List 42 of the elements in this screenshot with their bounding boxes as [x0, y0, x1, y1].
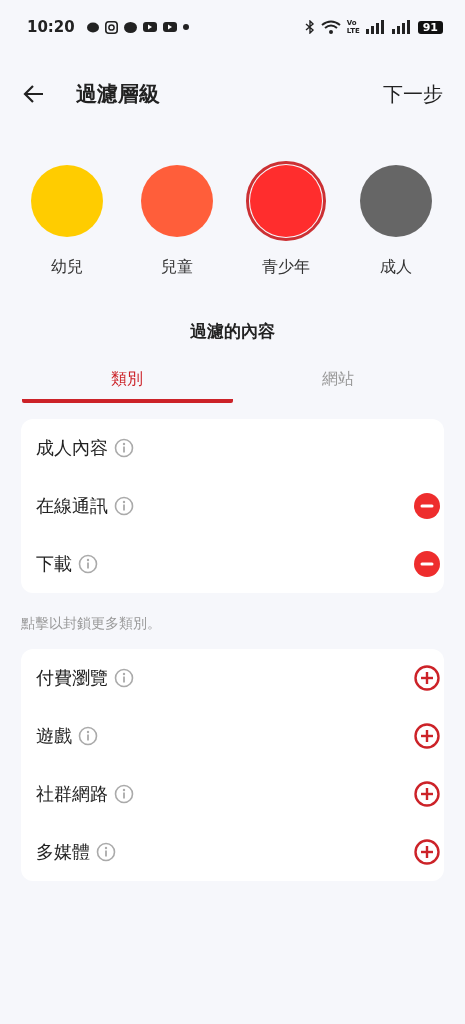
- category-label: 多媒體: [36, 840, 90, 864]
- info-icon[interactable]: [96, 842, 116, 862]
- level-label: 兒童: [160, 257, 193, 278]
- signal-icon: [365, 20, 386, 34]
- play-icon: [142, 22, 157, 32]
- category-label: 成人內容: [36, 436, 108, 460]
- clock: 10:20: [27, 18, 75, 36]
- dot-icon: [182, 24, 189, 30]
- chat-bubble-icon: [86, 21, 99, 33]
- category-label: 遊戲: [36, 724, 72, 748]
- battery-indicator: 91: [417, 20, 443, 34]
- page-title: 過濾層級: [76, 81, 160, 108]
- info-icon[interactable]: [114, 438, 134, 458]
- bluetooth-icon: [304, 20, 315, 34]
- hint-text: 點擊以封鎖更多類別。: [21, 615, 162, 633]
- tab[interactable]: 類別: [22, 361, 233, 403]
- add-icon[interactable]: [414, 839, 440, 865]
- section-title: 過濾的內容: [189, 320, 276, 343]
- add-icon[interactable]: [414, 781, 440, 807]
- category-label: 在線通訊: [36, 494, 108, 518]
- level-label: 成人: [379, 257, 412, 278]
- info-icon[interactable]: [114, 496, 134, 516]
- play-icon: [162, 22, 177, 32]
- tab[interactable]: 網站: [232, 361, 443, 403]
- camera-icon: [104, 20, 118, 34]
- next-button[interactable]: 下一步: [383, 80, 443, 108]
- remove-icon[interactable]: [414, 493, 440, 519]
- level-label: 幼兒: [51, 257, 83, 278]
- signal-icon: [391, 20, 412, 34]
- category-label: 社群網路: [36, 782, 108, 806]
- info-icon[interactable]: [114, 784, 134, 804]
- category-label: 下載: [36, 552, 72, 576]
- info-icon[interactable]: [78, 726, 98, 746]
- category-label: 付費瀏覽: [36, 666, 108, 690]
- remove-icon[interactable]: [414, 551, 440, 577]
- info-icon[interactable]: [114, 668, 134, 688]
- level-label: 青少年: [262, 257, 311, 278]
- wifi-icon: [320, 20, 341, 34]
- add-icon[interactable]: [414, 665, 440, 691]
- chat-bubble-icon: [123, 21, 137, 33]
- info-icon[interactable]: [78, 554, 98, 574]
- add-icon[interactable]: [414, 723, 440, 749]
